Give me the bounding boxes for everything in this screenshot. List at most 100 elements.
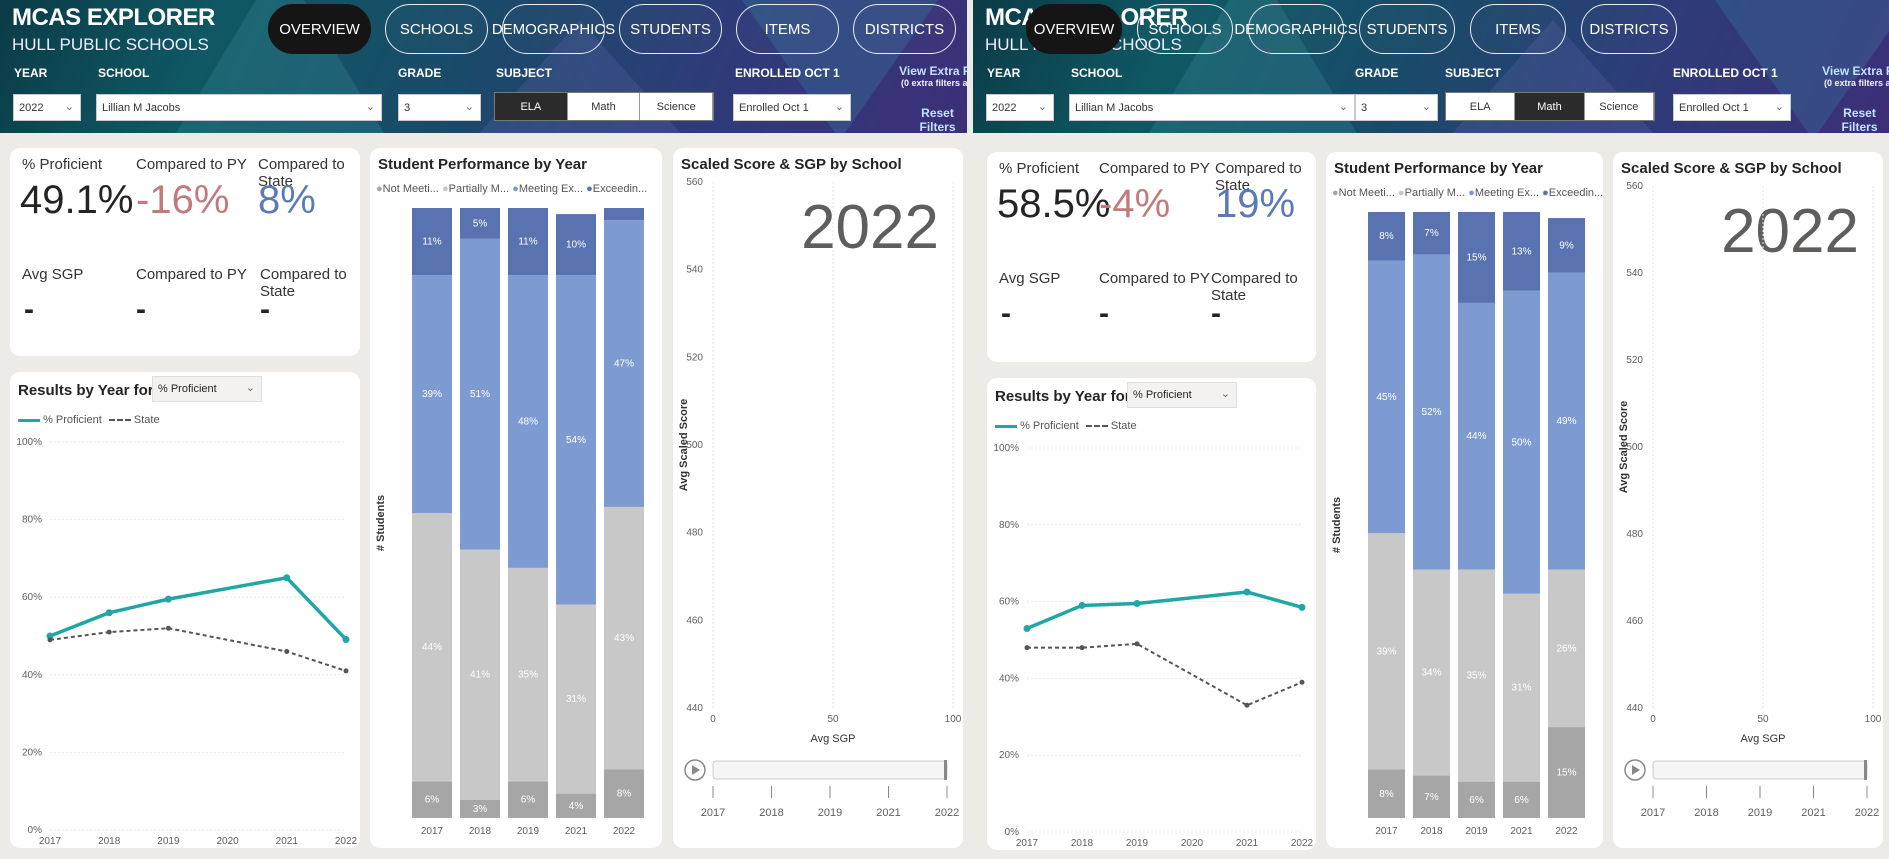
enrolled-select[interactable]: Enrolled Oct 1 ⌄: [1673, 94, 1791, 121]
bar-data-label: 8%: [1379, 789, 1394, 800]
subject-toggle: ELA Math Science: [1445, 92, 1655, 121]
chevron-down-icon: ⌄: [64, 101, 74, 113]
y-tick-label: 540: [1626, 268, 1643, 279]
tab-students[interactable]: STUDENTS: [619, 4, 722, 54]
legend-dot: ●: [376, 183, 383, 195]
slider-year-label: 2017: [701, 807, 725, 819]
play-axis-track: [1652, 760, 1868, 780]
subject-science-button[interactable]: Science: [640, 93, 714, 120]
avg-sgp-value: -: [24, 293, 34, 326]
x-tick-label: 2018: [98, 836, 121, 847]
y-tick-label: 480: [686, 528, 703, 539]
tab-schools[interactable]: SCHOOLS: [1137, 4, 1233, 54]
dashboard-panel-right: MCAS EXPLORER HULL PUBLIC SCHOOLS OVERVI…: [973, 0, 1889, 859]
avg-sgp-value: -: [1001, 297, 1011, 330]
proficient-legend-swatch: [995, 424, 1017, 428]
grade-select[interactable]: 3 ⌄: [1355, 94, 1438, 121]
results-line-chart: 0% 20% 40% 60% 80% 100% 2017 2018 2019 2020 2021 20…: [993, 443, 1314, 849]
tab-overview[interactable]: OVERVIEW: [1026, 4, 1122, 54]
sgp-compared-to-py-value: -: [136, 293, 146, 326]
state-point: [106, 629, 112, 635]
tab-districts[interactable]: DISTRICTS: [853, 4, 956, 54]
reset-filters-link[interactable]: Reset Filters: [908, 106, 967, 133]
grade-select[interactable]: 3 ⌄: [398, 94, 481, 121]
enrolled-filter-label: ENROLLED OCT 1: [735, 66, 840, 80]
subject-science-button[interactable]: Science: [1584, 93, 1654, 120]
bar-data-label: 34%: [1421, 668, 1441, 679]
y-axis-title: # Students: [1331, 497, 1343, 553]
state-point: [1024, 645, 1030, 651]
subject-math-button[interactable]: Math: [1515, 93, 1585, 120]
proficient-point: [1298, 603, 1306, 611]
proficient-point: [1078, 601, 1086, 609]
tab-districts[interactable]: DISTRICTS: [1581, 4, 1677, 54]
x-axis-title: Avg SGP: [1740, 733, 1785, 745]
tab-overview[interactable]: OVERVIEW: [268, 4, 371, 54]
x-axis-title: Avg SGP: [810, 733, 855, 745]
year-select[interactable]: 2022 ⌄: [13, 94, 81, 121]
tab-items[interactable]: ITEMS: [736, 4, 839, 54]
metric-dropdown[interactable]: % Proficient ⌄: [1127, 382, 1237, 408]
extra-filters-link[interactable]: View Extra Filters(0 extra filters appli…: [874, 64, 967, 88]
enrolled-select[interactable]: Enrolled Oct 1 ⌄: [733, 94, 851, 121]
legend-dot: ●: [1542, 187, 1549, 199]
x-tick-label: 0: [710, 714, 716, 725]
y-tick-label: 0%: [1005, 827, 1020, 838]
legend-dot: ●: [441, 183, 449, 195]
extra-filters-link[interactable]: View Extra Filters(0 extra filters appli…: [1797, 64, 1889, 88]
proficient-line: [49, 575, 348, 641]
x-tick-label: 2017: [1375, 826, 1398, 837]
bar-data-label: 6%: [1514, 795, 1529, 806]
results-legend: % Proficient State: [995, 420, 1137, 432]
enrolled-filter-label: ENROLLED OCT 1: [1673, 66, 1778, 80]
tab-students[interactable]: STUDENTS: [1359, 4, 1455, 54]
chevron-down-icon: ⌄: [1774, 101, 1784, 113]
results-line-chart: 0% 20% 40% 60% 80% 100% 2017 2018 2019 2020 2021 20…: [16, 437, 357, 847]
x-tick-label: 2022: [1291, 838, 1314, 849]
scaled-score-scatter: 20224404604805005205405600 50 100Avg SGPAv…: [678, 178, 962, 819]
y-tick-label: 100%: [16, 437, 42, 448]
slider-year-label: 2019: [818, 807, 842, 819]
bar-data-label: 52%: [1421, 407, 1441, 418]
x-tick-label: 2019: [1465, 826, 1488, 837]
x-tick-label: 50: [1757, 714, 1769, 725]
school-select[interactable]: Lillian M Jacobs ⌄: [96, 94, 382, 121]
bar-data-label: 6%: [521, 795, 536, 806]
x-tick-label: 2017: [39, 836, 62, 847]
year-watermark: 2022: [801, 193, 939, 262]
subject-math-button[interactable]: Math: [567, 93, 641, 120]
proficient-point: [1133, 600, 1141, 608]
y-axis-title: Avg Scaled Score: [678, 399, 690, 492]
bar-data-label: 6%: [425, 795, 440, 806]
chevron-down-icon: ⌄: [1037, 101, 1047, 113]
reset-filters-link[interactable]: Reset Filters: [1830, 106, 1889, 133]
subject-ela-button[interactable]: ELA: [495, 93, 568, 120]
compared-to-py-value: -16%: [136, 178, 230, 222]
bar-data-label: 7%: [1424, 228, 1439, 239]
tab-demographics[interactable]: DEMOGRAPHICS: [492, 4, 615, 54]
y-tick-label: 80%: [999, 520, 1019, 531]
y-tick-label: 20%: [999, 750, 1019, 761]
tab-schools[interactable]: SCHOOLS: [385, 4, 488, 54]
student-performance-card: Student Performance by Year ●Not Meeti..…: [1326, 152, 1603, 848]
metric-dropdown[interactable]: % Proficient ⌄: [152, 376, 262, 402]
bar-data-label: 15%: [1556, 768, 1576, 779]
dashboard-panel-left: MCAS EXPLORER HULL PUBLIC SCHOOLS OVERVI…: [0, 0, 967, 859]
tab-demographics[interactable]: DEMOGRAPHICS: [1234, 4, 1358, 54]
y-tick-label: 440: [686, 703, 703, 714]
x-tick-label: 2017: [1016, 838, 1039, 849]
school-select[interactable]: Lillian M Jacobs ⌄: [1069, 94, 1355, 121]
proficient-point: [1243, 588, 1251, 596]
subject-ela-button[interactable]: ELA: [1446, 93, 1516, 120]
kpi-label: Avg SGP: [22, 266, 84, 283]
slider-year-label: 2018: [1694, 807, 1718, 819]
y-tick-label: 60%: [999, 597, 1019, 608]
results-by-year-card: Results by Year for % Proficient ⌄ % Prof…: [987, 378, 1316, 850]
tab-items[interactable]: ITEMS: [1470, 4, 1566, 54]
play-axis-handle: [944, 760, 947, 780]
chevron-down-icon: ⌄: [834, 101, 844, 113]
bar-data-label: 6%: [1469, 795, 1484, 806]
year-select[interactable]: 2022 ⌄: [986, 94, 1054, 121]
proficient-point: [283, 574, 291, 582]
y-tick-label: 480: [1626, 529, 1643, 540]
